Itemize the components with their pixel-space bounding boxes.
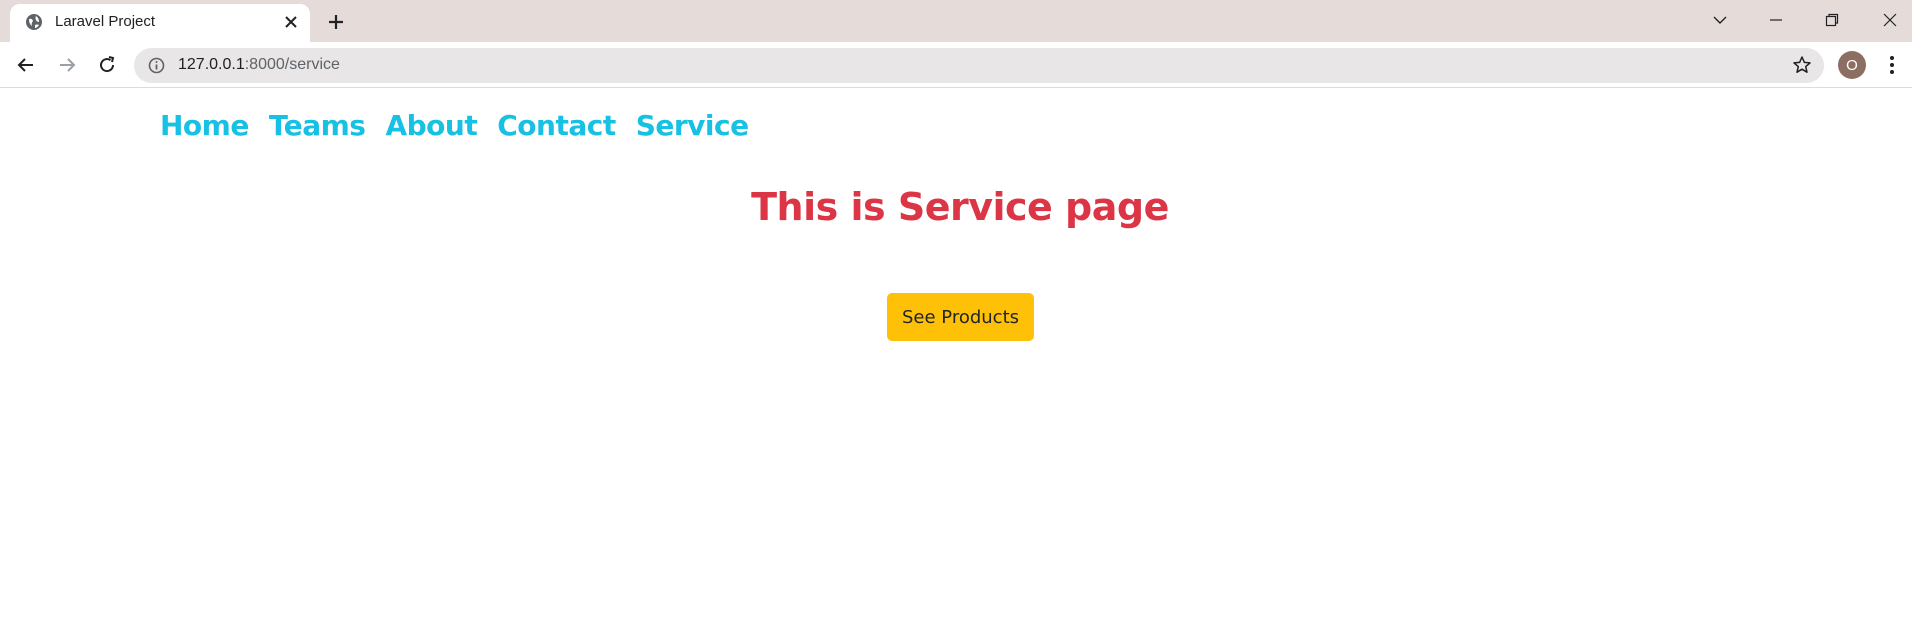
nav-link-contact[interactable]: Contact	[497, 109, 616, 142]
nav-link-about[interactable]: About	[385, 109, 477, 142]
nav-link-teams[interactable]: Teams	[269, 109, 366, 142]
browser-toolbar: 127.0.0.1:8000/service O	[0, 42, 1912, 88]
page-title: This is Service page	[751, 185, 1169, 229]
see-products-button[interactable]: See Products	[887, 293, 1034, 341]
address-url: 127.0.0.1:8000/service	[178, 56, 340, 74]
globe-icon	[25, 13, 43, 31]
site-nav: Home Teams About Contact Service	[160, 109, 749, 142]
reload-icon[interactable]	[95, 53, 119, 77]
forward-arrow-icon[interactable]	[55, 53, 79, 77]
browser-tabstrip: Laravel Project	[0, 0, 1912, 42]
page-content: Home Teams About Contact Service This is…	[0, 89, 1912, 630]
url-path: :8000/service	[244, 56, 340, 73]
profile-avatar[interactable]: O	[1838, 51, 1866, 79]
url-host: 127.0.0.1	[178, 56, 245, 73]
tab-title: Laravel Project	[55, 13, 156, 30]
browser-tab[interactable]: Laravel Project	[10, 4, 310, 42]
window-close-icon[interactable]	[1870, 6, 1910, 34]
new-tab-plus-icon[interactable]	[324, 10, 348, 34]
nav-link-service[interactable]: Service	[636, 109, 749, 142]
restore-icon[interactable]	[1812, 6, 1852, 34]
bookmark-star-icon[interactable]	[1792, 55, 1812, 75]
more-menu-icon[interactable]	[1882, 53, 1902, 77]
minimize-icon[interactable]	[1756, 6, 1796, 34]
close-icon[interactable]	[282, 13, 300, 31]
back-arrow-icon[interactable]	[14, 53, 38, 77]
nav-link-home[interactable]: Home	[160, 109, 249, 142]
tab-search-chevron-icon[interactable]	[1700, 6, 1740, 34]
site-info-icon[interactable]	[148, 57, 165, 74]
address-bar[interactable]: 127.0.0.1:8000/service	[134, 48, 1824, 83]
